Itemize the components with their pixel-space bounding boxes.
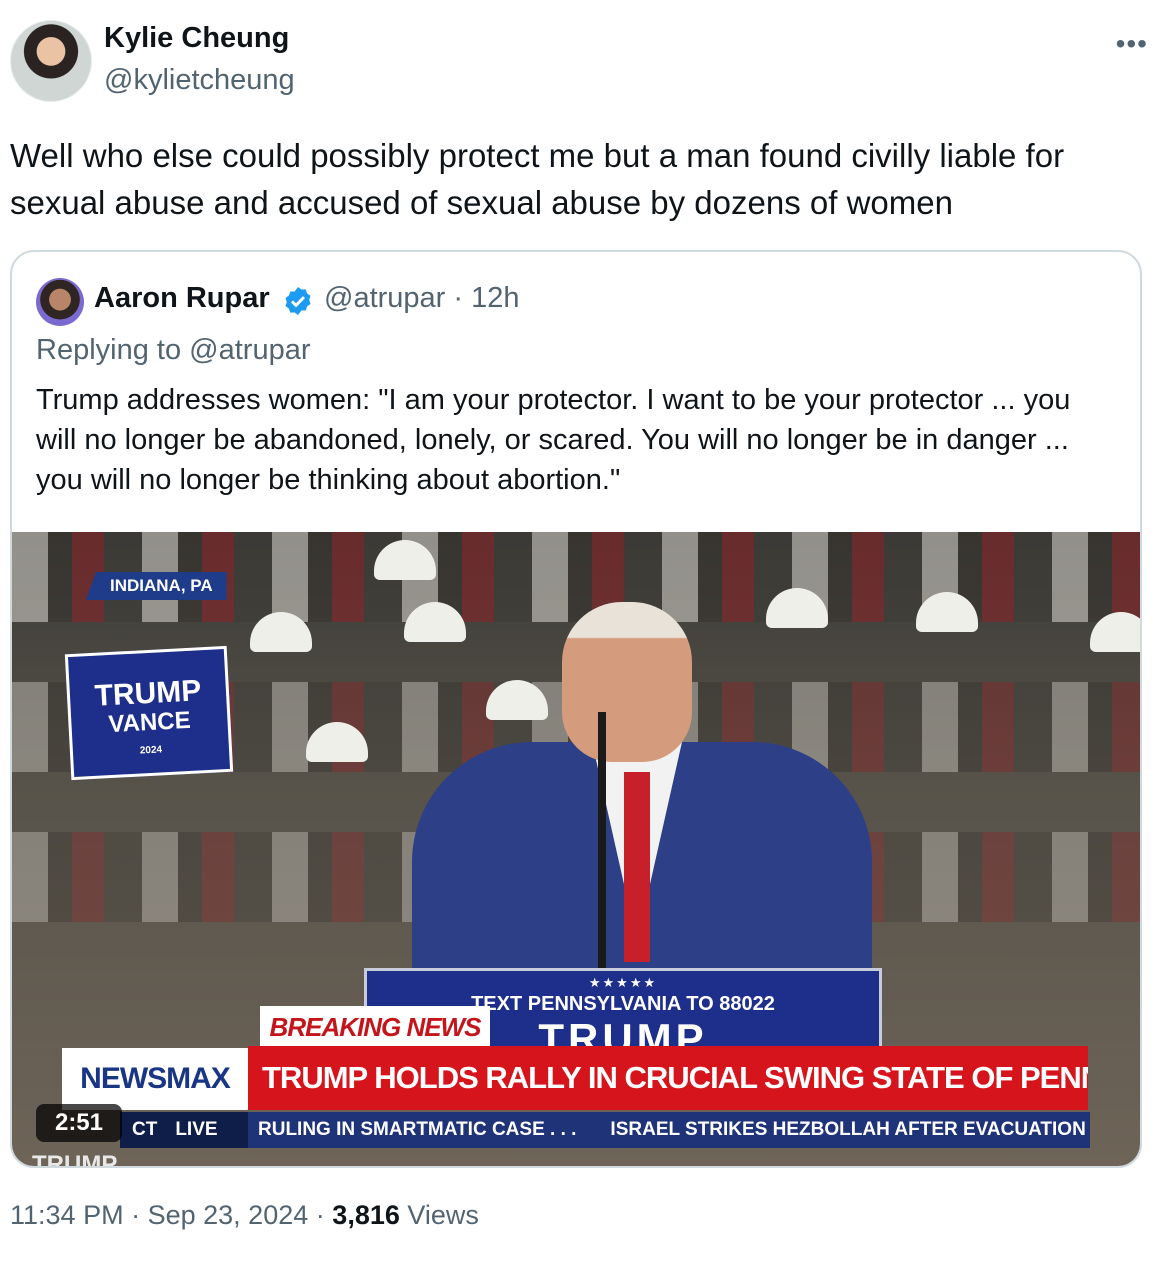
ticker-item: RULING IN SMARTMATIC CASE . . . <box>258 1119 577 1140</box>
tweet-header: Kylie Cheung @kylietcheung ••• <box>10 20 1158 104</box>
author-avatar[interactable] <box>10 20 92 102</box>
quoted-tweet[interactable]: Aaron Rupar @atrupar · 12h Replying to @… <box>10 250 1142 1168</box>
tweet-text: Well who else could possibly protect me … <box>10 137 1065 221</box>
bottom-sign-text: TRUMP <box>32 1151 118 1166</box>
author-handle[interactable]: @kylietcheung <box>104 64 295 97</box>
replying-label: Replying to <box>36 334 182 366</box>
replying-to-link[interactable]: @atrupar <box>189 334 310 366</box>
quoted-handle-time: @atrupar · 12h <box>324 282 520 314</box>
timezone-label: CT <box>132 1119 158 1140</box>
views-label: Views <box>407 1200 479 1230</box>
microphone-stand <box>598 712 606 1002</box>
location-tag: INDIANA, PA <box>86 572 227 600</box>
speaker-head <box>562 602 692 762</box>
views-count: 3,816 <box>332 1200 400 1230</box>
news-ticker: RULING IN SMARTMATIC CASE . . . ISRAEL ST… <box>248 1112 1090 1148</box>
tweet-date[interactable]: Sep 23, 2024 <box>148 1200 309 1230</box>
live-indicator: CT LIVE <box>120 1112 248 1148</box>
video-duration: 2:51 <box>36 1104 122 1142</box>
quoted-author-avatar[interactable] <box>36 278 84 326</box>
network-logo: NEWSMAX <box>62 1048 248 1110</box>
news-headline: TRUMP HOLDS RALLY IN CRUCIAL SWING STATE… <box>248 1046 1088 1110</box>
replying-to: Replying to @atrupar <box>36 334 310 367</box>
video-player[interactable]: INDIANA, PA TRUMP VANCE 2024 ★★★★★ TEXT … <box>12 532 1140 1166</box>
author-name[interactable]: Kylie Cheung <box>104 22 289 55</box>
podium-stars: ★★★★★ <box>588 975 658 990</box>
campaign-sign: TRUMP VANCE 2024 <box>64 645 234 781</box>
tweet-time[interactable]: 11:34 PM <box>10 1200 124 1230</box>
ticker-item: ISRAEL STRIKES HEZBOLLAH AFTER EVACUATIO… <box>610 1119 1090 1140</box>
live-label: LIVE <box>175 1119 218 1140</box>
breaking-news-label: BREAKING NEWS <box>260 1006 490 1048</box>
tie <box>624 772 650 962</box>
tweet-footer: 11:34 PM · Sep 23, 2024 · 3,816 Views <box>10 1200 479 1231</box>
more-horizontal-icon[interactable]: ••• <box>1116 28 1148 60</box>
separator: · <box>131 1200 141 1230</box>
separator: · <box>315 1200 325 1230</box>
quoted-author-name[interactable]: Aaron Rupar <box>94 282 270 315</box>
sign-year: 2024 <box>139 744 163 757</box>
verified-badge-icon <box>285 287 311 315</box>
quoted-tweet-text: Trump addresses women: "I am your protec… <box>36 384 1071 496</box>
